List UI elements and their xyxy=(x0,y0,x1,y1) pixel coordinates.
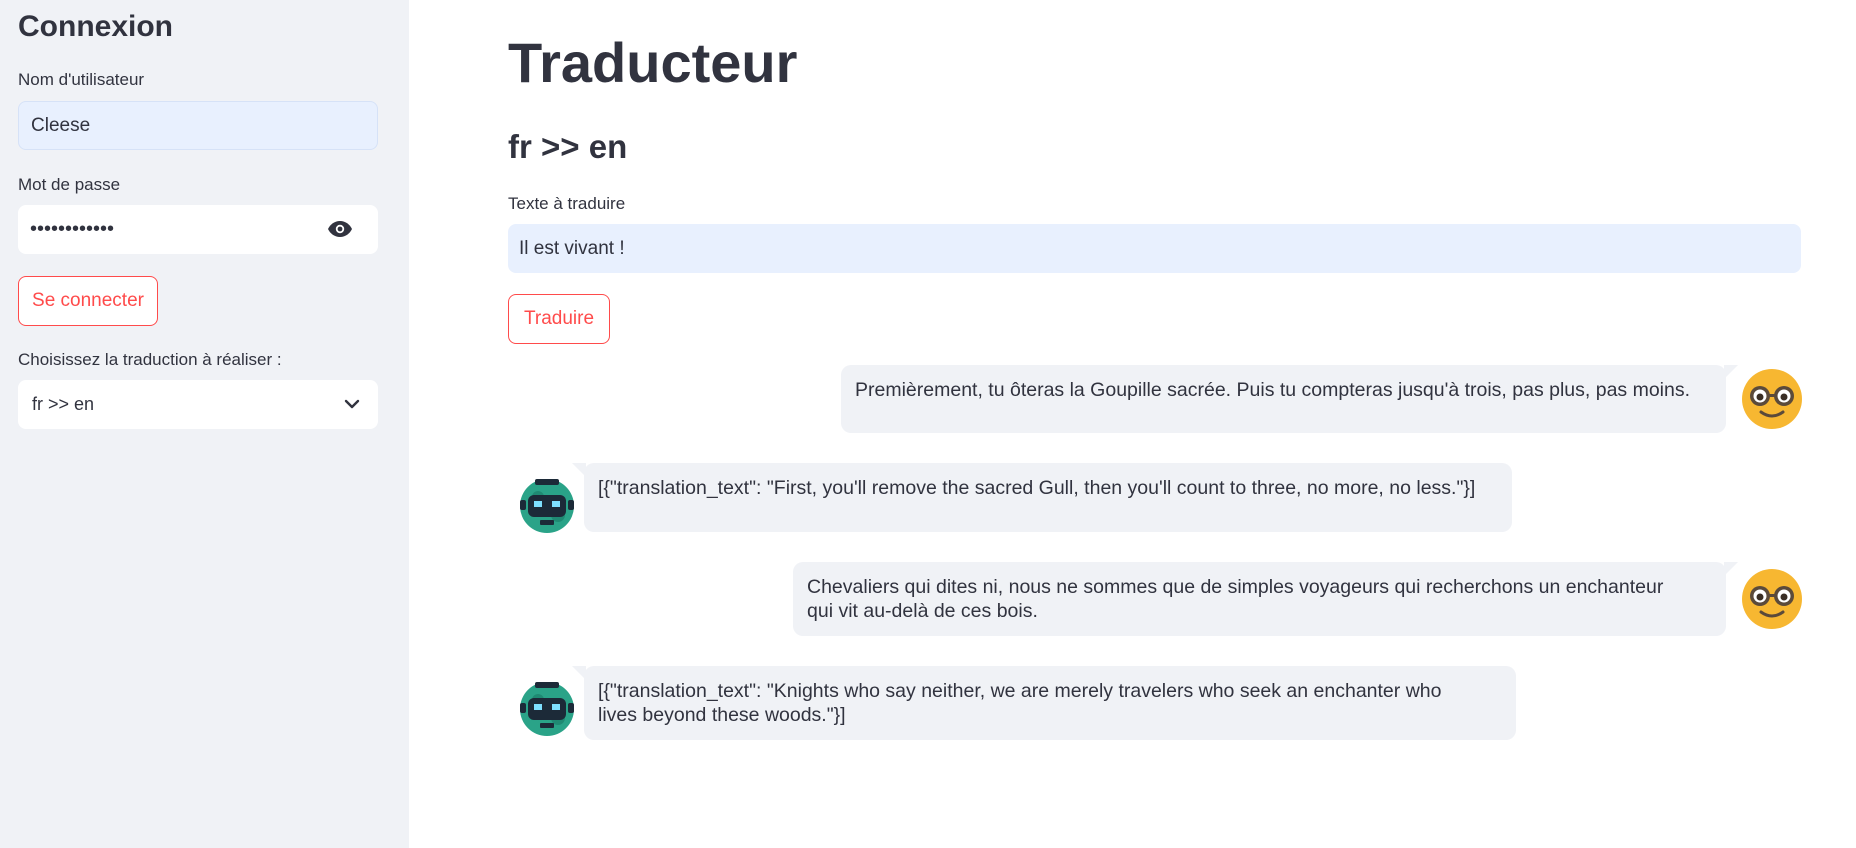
chat-message-user: Chevaliers qui dites ni, nous ne sommes … xyxy=(793,562,1738,636)
show-password-eye-icon[interactable] xyxy=(328,219,352,239)
message-line: lives beyond these woods."}] xyxy=(598,704,846,726)
chat-message-user: Premièrement, tu ôteras la Goupille sacr… xyxy=(841,365,1738,433)
page-title: Traducteur xyxy=(508,31,798,94)
robot-icon xyxy=(520,682,574,736)
sidebar: Connexion Nom d'utilisateur Cleese Mot d… xyxy=(0,0,409,848)
message-line: Premièrement, tu ôteras la Goupille sacr… xyxy=(855,379,1691,401)
username-label: Nom d'utilisateur xyxy=(18,70,145,89)
chat-message-assistant: [{"translation_text": "First, you'll rem… xyxy=(572,463,1512,532)
username-value: Cleese xyxy=(31,114,91,136)
connect-button[interactable]: Se connecter xyxy=(18,276,158,326)
translation-selected-value: fr >> en xyxy=(32,394,95,414)
password-label: Mot de passe xyxy=(18,175,121,194)
chat-message-assistant: [{"translation_text": "Knights who say n… xyxy=(572,666,1516,740)
password-input[interactable]: •••••••••••• xyxy=(18,205,378,254)
nerd-face-icon xyxy=(1742,369,1802,429)
text-to-translate-value: Il est vivant ! xyxy=(519,237,625,259)
password-value: •••••••••••• xyxy=(30,218,115,240)
translation-select-label: Choisissez la traduction à réaliser : xyxy=(18,350,282,369)
robot-icon xyxy=(520,479,574,533)
text-input-label: Texte à traduire xyxy=(508,194,626,213)
nerd-face-icon xyxy=(1742,569,1802,629)
message-line: [{"translation_text": "Knights who say n… xyxy=(598,680,1442,702)
translation-select[interactable]: fr >> en xyxy=(18,380,378,429)
message-line: Chevaliers qui dites ni, nous ne sommes … xyxy=(807,576,1664,598)
translation-direction-heading: fr >> en xyxy=(508,128,628,165)
chevron-down-icon xyxy=(344,399,360,409)
message-line: qui vit au-delà de ces bois. xyxy=(807,600,1038,622)
text-to-translate-input[interactable]: Il est vivant ! xyxy=(508,224,1801,273)
sidebar-title: Connexion xyxy=(18,10,173,43)
message-line: [{"translation_text": "First, you'll rem… xyxy=(598,477,1476,499)
translate-button[interactable]: Traduire xyxy=(508,294,610,344)
username-input[interactable]: Cleese xyxy=(18,101,378,150)
